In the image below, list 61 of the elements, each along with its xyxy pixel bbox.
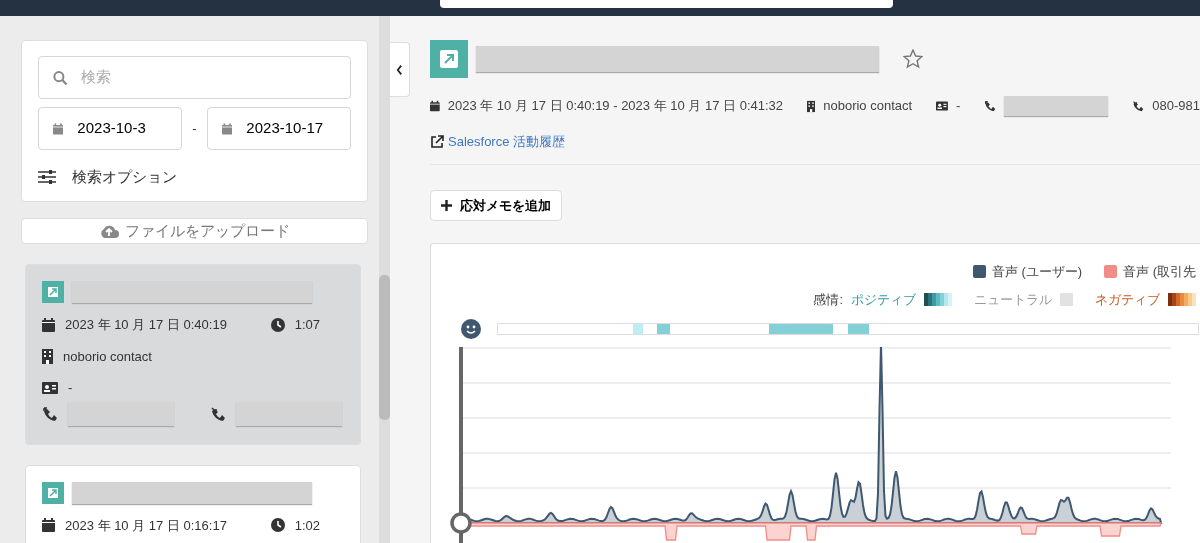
external-link-icon — [430, 134, 444, 149]
company-name: noborio contact — [63, 347, 152, 366]
scrollbar-thumb[interactable] — [379, 275, 390, 420]
building-icon — [807, 98, 816, 114]
positive-label: ポジティブ — [851, 290, 916, 309]
call-duration: 1:07 — [294, 316, 320, 334]
search-field[interactable]: 検索 — [79, 65, 336, 90]
company-name: noborio contact — [823, 97, 913, 116]
contact-name: - — [68, 379, 73, 397]
call-datetime: 2023 年 10 月 17 日 0:16:17 — [65, 516, 227, 535]
outgoing-call-icon — [42, 405, 58, 422]
external-link-icon — [430, 40, 468, 78]
upload-button[interactable]: ファイルをアップロード — [21, 217, 368, 244]
neutral-swatch — [1060, 292, 1073, 306]
calendar-icon — [53, 121, 64, 136]
calendar-icon — [430, 99, 440, 113]
salesforce-link[interactable]: Salesforce 活動履歴 — [448, 132, 566, 152]
date-field[interactable]: 2023-10-3 — [75, 116, 167, 141]
date-from-box[interactable]: 2023-10-3 — [38, 107, 182, 150]
date-to-box[interactable]: 2023-10-17 — [207, 107, 351, 150]
negative-label: ネガティブ — [1095, 290, 1160, 309]
calendar-icon — [42, 317, 55, 332]
playhead-handle[interactable] — [450, 347, 472, 543]
call-duration: 1:02 — [294, 516, 320, 535]
phone-number: 080-981 — [1152, 97, 1200, 116]
search-icon — [53, 69, 68, 86]
sentiment-label: 感情: — [813, 290, 843, 309]
collapse-sidebar-button[interactable] — [390, 42, 410, 97]
legend-item: 音声 (ユーザー) — [972, 262, 1083, 282]
chevron-left-icon — [396, 63, 403, 76]
call-datetime-range: 2023 年 10 月 17 日 0:40:19 - 2023 年 10 月 17 日 0:41:32 — [447, 97, 784, 116]
star-icon[interactable] — [903, 48, 923, 70]
building-icon — [42, 348, 53, 364]
positive-scale — [924, 292, 952, 306]
external-link-icon — [42, 481, 64, 504]
call-list-item[interactable]: 2023 年 10 月 17 日 0:40:19 1:07 noborio contact - — [25, 264, 361, 445]
clock-icon — [270, 518, 285, 533]
external-link-icon — [42, 281, 64, 303]
incoming-call-icon — [210, 405, 226, 422]
calendar-icon — [42, 518, 55, 533]
smiley-icon — [461, 319, 481, 339]
add-memo-button[interactable]: 応対メモを追加 — [430, 189, 562, 221]
contact-card-icon — [42, 381, 58, 394]
search-options-link[interactable]: 検索オプション — [72, 166, 177, 189]
clock-icon — [270, 317, 285, 332]
legend-item: 音声 (取引先 — [1104, 262, 1196, 282]
date-separator: - — [191, 119, 198, 138]
cloud-upload-icon — [99, 223, 119, 238]
contact-name: - — [956, 97, 961, 116]
search-box[interactable]: 検索 — [38, 56, 351, 99]
call-datetime: 2023 年 10 月 17 日 0:40:19 — [65, 316, 227, 334]
outgoing-call-icon — [984, 98, 997, 114]
plus-icon — [441, 199, 452, 211]
call-list-item[interactable]: 2023 年 10 月 17 日 0:16:17 1:02 — [25, 464, 361, 543]
date-field[interactable]: 2023-10-17 — [244, 116, 336, 141]
sliders-icon — [38, 170, 56, 185]
top-search-field[interactable] — [440, 0, 893, 8]
neutral-label: ニュートラル — [974, 290, 1052, 309]
negative-scale — [1168, 292, 1196, 306]
contact-card-icon — [936, 100, 949, 112]
calendar-icon — [222, 121, 233, 136]
